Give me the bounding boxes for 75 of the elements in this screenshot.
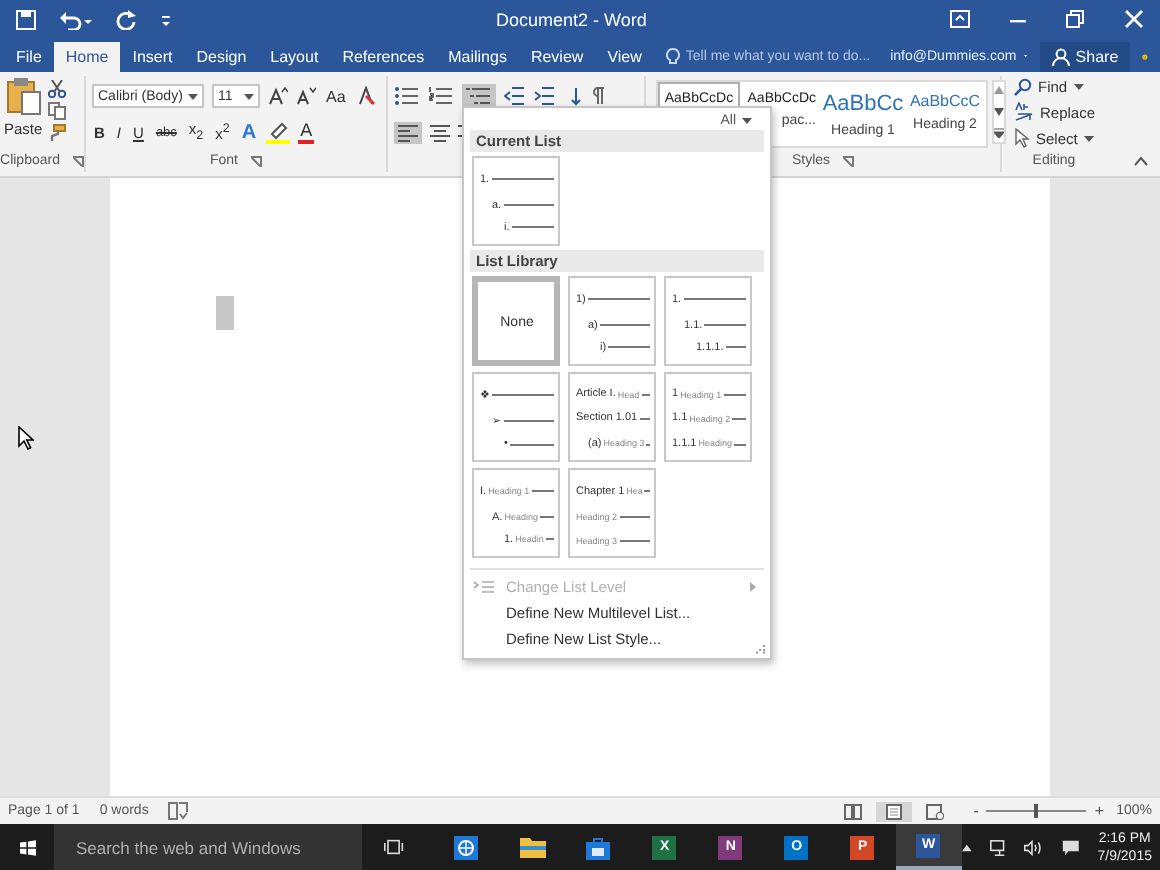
share-button[interactable]: Share (1039, 42, 1131, 72)
text-effects-button[interactable]: A (239, 121, 259, 143)
align-left-button[interactable] (394, 121, 422, 143)
gallery-scrollbar[interactable] (992, 80, 1006, 144)
decrease-indent-icon[interactable] (504, 86, 526, 106)
book-icon (843, 803, 862, 819)
pilcrow-icon[interactable] (590, 86, 606, 106)
web-page-icon (925, 803, 944, 819)
zoom-in-button[interactable]: + (1094, 802, 1105, 820)
ribbon-tab[interactable]: Home (53, 42, 121, 72)
undo-icon[interactable] (60, 9, 92, 29)
align-left-icon (398, 123, 418, 141)
copy-icon[interactable] (48, 102, 67, 120)
caret-icon (244, 93, 254, 99)
dialog-launcher-icon[interactable] (250, 155, 262, 168)
font-color-button[interactable]: A (298, 121, 315, 143)
save-icon[interactable] (16, 9, 36, 29)
ribbon-tab[interactable]: Mailings (436, 42, 519, 72)
dialog-launcher-icon[interactable] (842, 155, 855, 168)
clear-formatting-icon[interactable] (355, 86, 376, 106)
ribbon-tab[interactable]: Design (184, 42, 259, 72)
caret-icon (1073, 83, 1084, 89)
close-icon[interactable] (1124, 10, 1144, 28)
redo-icon[interactable] (116, 9, 136, 29)
multilevel-list-icon (466, 86, 492, 106)
multilevel-list-button[interactable] (462, 84, 496, 108)
task-view-icon[interactable] (384, 838, 404, 856)
proofing-icon[interactable] (168, 802, 189, 820)
ribbon-tab[interactable]: Layout (258, 42, 331, 72)
search-icon (1014, 77, 1032, 95)
speaker-icon[interactable] (1024, 837, 1044, 857)
zoom-out-button[interactable]: - (973, 802, 979, 820)
chevron-up-icon[interactable] (961, 843, 972, 851)
ribbon-tab[interactable]: Review (518, 42, 596, 72)
align-center-icon[interactable] (430, 123, 450, 141)
shrink-font-icon[interactable] (296, 86, 316, 106)
customize-icon[interactable] (160, 11, 172, 27)
numbering-icon[interactable] (428, 86, 454, 106)
page-icon (885, 803, 902, 819)
zoom-slider-thumb[interactable] (1034, 804, 1039, 818)
ribbon-tab[interactable]: View (595, 42, 654, 72)
highlighter-icon[interactable] (266, 121, 291, 143)
person-icon (1051, 48, 1070, 66)
ribbon-tab[interactable]: File (4, 42, 54, 72)
submenu-arrow-icon (750, 582, 756, 592)
message-icon[interactable] (1061, 837, 1080, 857)
window-title: Document2 - Word (496, 9, 647, 29)
search-field[interactable]: Search the web and Windows (53, 824, 363, 870)
dialog-launcher-icon[interactable] (71, 155, 84, 167)
restore-icon[interactable] (1066, 10, 1086, 28)
grow-font-icon[interactable] (268, 86, 288, 106)
pointer-icon (1014, 128, 1030, 148)
windows-start-icon[interactable] (20, 837, 36, 857)
change-case-button[interactable]: Aa (324, 87, 348, 105)
ribbon-tab[interactable]: Insert (120, 42, 185, 72)
increase-indent-icon[interactable] (534, 86, 556, 106)
insertion-block (216, 296, 234, 330)
lightbulb-icon (665, 48, 680, 66)
caret-icon (742, 118, 752, 124)
format-painter-icon[interactable] (48, 124, 67, 142)
more-icon[interactable] (994, 128, 1004, 138)
view-button[interactable] (875, 801, 912, 821)
bullets-icon[interactable] (394, 86, 420, 106)
caret-icon (1083, 135, 1094, 141)
collapse-ribbon-icon[interactable] (1134, 156, 1148, 166)
list-level-icon (474, 580, 494, 594)
scissors-icon[interactable] (48, 80, 67, 98)
scroll-down-icon[interactable] (994, 107, 1004, 115)
caret-icon (188, 93, 198, 99)
ribbon-display-icon[interactable] (950, 10, 970, 28)
replace-icon (1014, 102, 1034, 122)
scroll-up-icon[interactable] (994, 86, 1004, 94)
ribbon-tab[interactable]: References (330, 42, 437, 72)
network-icon[interactable] (989, 837, 1007, 857)
mouse-pointer-icon (18, 426, 34, 450)
